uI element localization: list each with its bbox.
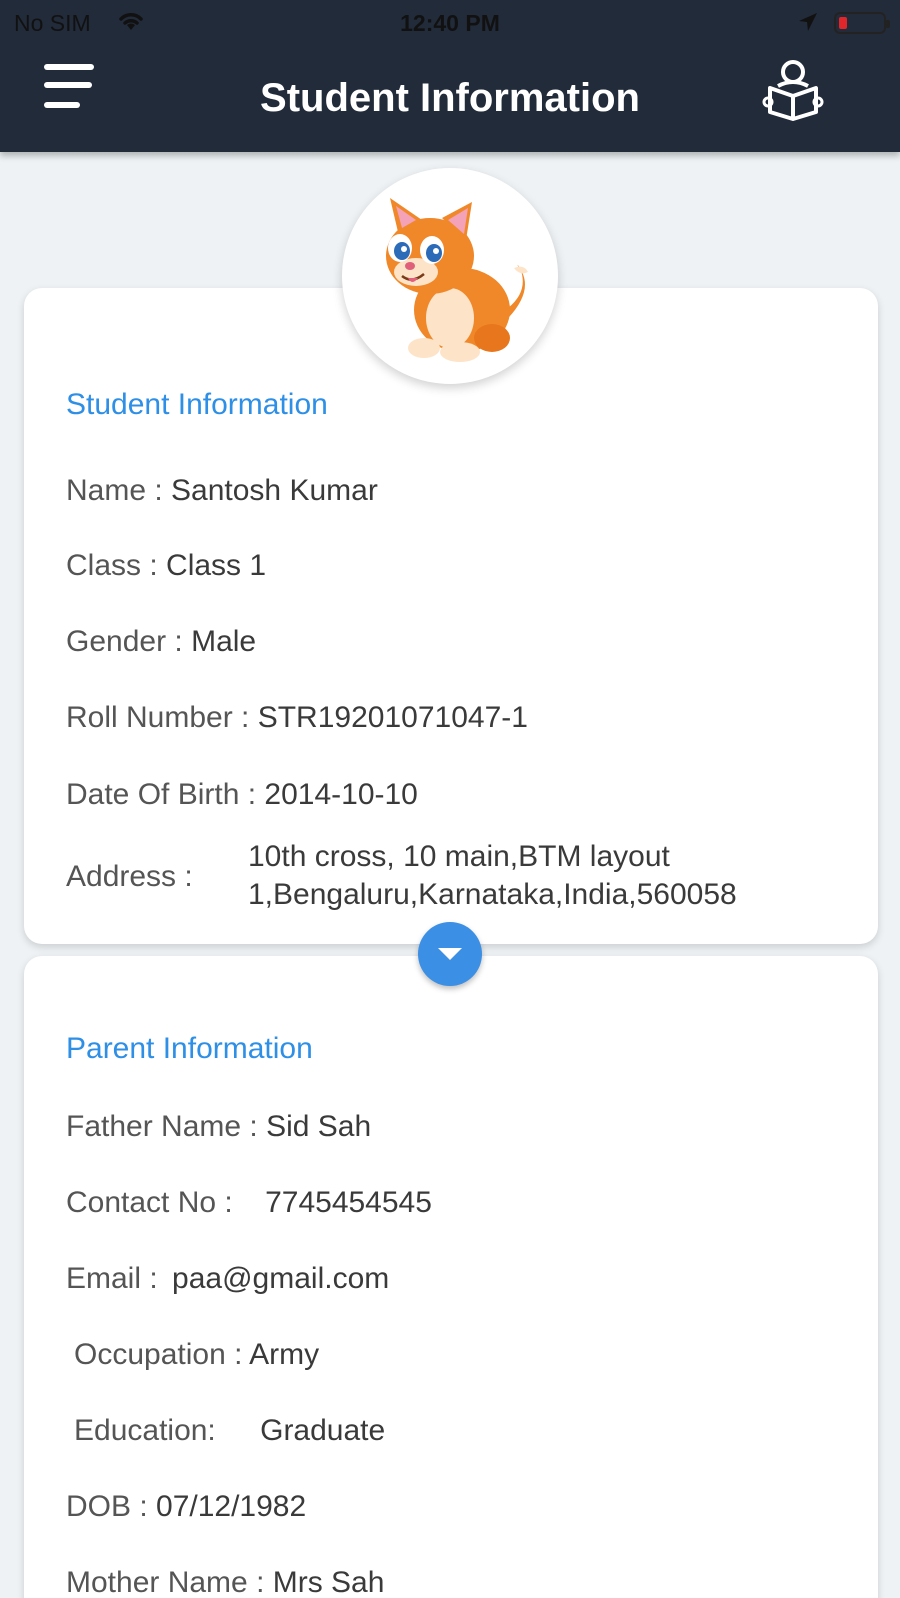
parent-info-card: Parent Information Father Name : Sid Sah… [24, 956, 878, 1598]
mother-name-value: Mrs Sah [272, 1566, 385, 1598]
email-value: paa@gmail.com [172, 1262, 390, 1295]
address-line-2: 1,Bengaluru,Karnataka,India,560058 [248, 878, 737, 911]
roll-number-label: Roll Number : [66, 701, 258, 734]
occupation-value: Army [249, 1338, 320, 1371]
name-label: Name : [66, 474, 172, 507]
address-value: 10th cross, 10 main,BTM layout 1,Bengalu… [248, 838, 808, 914]
parent-dob-value: 07/12/1982 [156, 1490, 307, 1523]
app-header: No SIM 12:40 PM Student Information [0, 0, 900, 152]
name-row: Name : Santosh Kumar [66, 474, 378, 508]
education-label: Education: [74, 1414, 225, 1447]
email-row: Email : paa@gmail.com [66, 1262, 389, 1296]
battery-icon [834, 12, 890, 34]
student-reading-icon[interactable] [760, 56, 826, 122]
gender-label: Gender : [66, 625, 192, 658]
parent-dob-row: DOB : 07/12/1982 [66, 1490, 306, 1524]
chevron-down-icon [438, 948, 462, 960]
education-row: Education: Graduate [74, 1414, 385, 1448]
name-value: Santosh Kumar [171, 474, 378, 507]
father-name-row: Father Name : Sid Sah [66, 1110, 371, 1144]
status-bar: No SIM 12:40 PM [0, 0, 900, 46]
address-label: Address : [66, 860, 193, 893]
class-value: Class 1 [166, 549, 267, 582]
contact-value: 7745454545 [265, 1186, 432, 1219]
student-info-card: Student Information Name : Santosh Kumar… [24, 288, 878, 944]
date-of-birth-row: Date Of Birth : 2014-10-10 [66, 778, 418, 812]
parent-dob-label: DOB : [66, 1490, 157, 1523]
occupation-row: Occupation : Army [74, 1338, 319, 1372]
occupation-label: Occupation : [74, 1338, 250, 1371]
contact-row: Contact No : 7745454545 [66, 1186, 432, 1220]
class-row: Class : Class 1 [66, 549, 266, 583]
cartoon-cat-icon [386, 198, 528, 362]
date-of-birth-value: 2014-10-10 [264, 778, 418, 811]
gender-row: Gender : Male [66, 625, 256, 659]
contact-label: Contact No : [66, 1186, 242, 1219]
date-of-birth-label: Date Of Birth : [66, 778, 265, 811]
mother-name-row: Mother Name : Mrs Sah [66, 1566, 384, 1598]
roll-number-value: STR19201071047-1 [257, 701, 528, 734]
expand-toggle-button[interactable] [418, 922, 482, 986]
father-name-label: Father Name : [66, 1110, 267, 1143]
education-value: Graduate [260, 1414, 386, 1447]
gender-value: Male [191, 625, 257, 658]
student-avatar[interactable] [342, 168, 558, 384]
status-time: 12:40 PM [400, 10, 500, 36]
address-line-1: 10th cross, 10 main,BTM layout [248, 840, 670, 873]
student-info-heading: Student Information [66, 388, 328, 421]
class-label: Class : [66, 549, 167, 582]
mother-name-label: Mother Name : [66, 1566, 273, 1598]
email-label: Email : [66, 1262, 167, 1295]
parent-info-heading: Parent Information [66, 1032, 313, 1065]
roll-number-row: Roll Number : STR19201071047-1 [66, 701, 528, 735]
location-arrow-icon [796, 10, 820, 40]
father-name-value: Sid Sah [266, 1110, 372, 1143]
